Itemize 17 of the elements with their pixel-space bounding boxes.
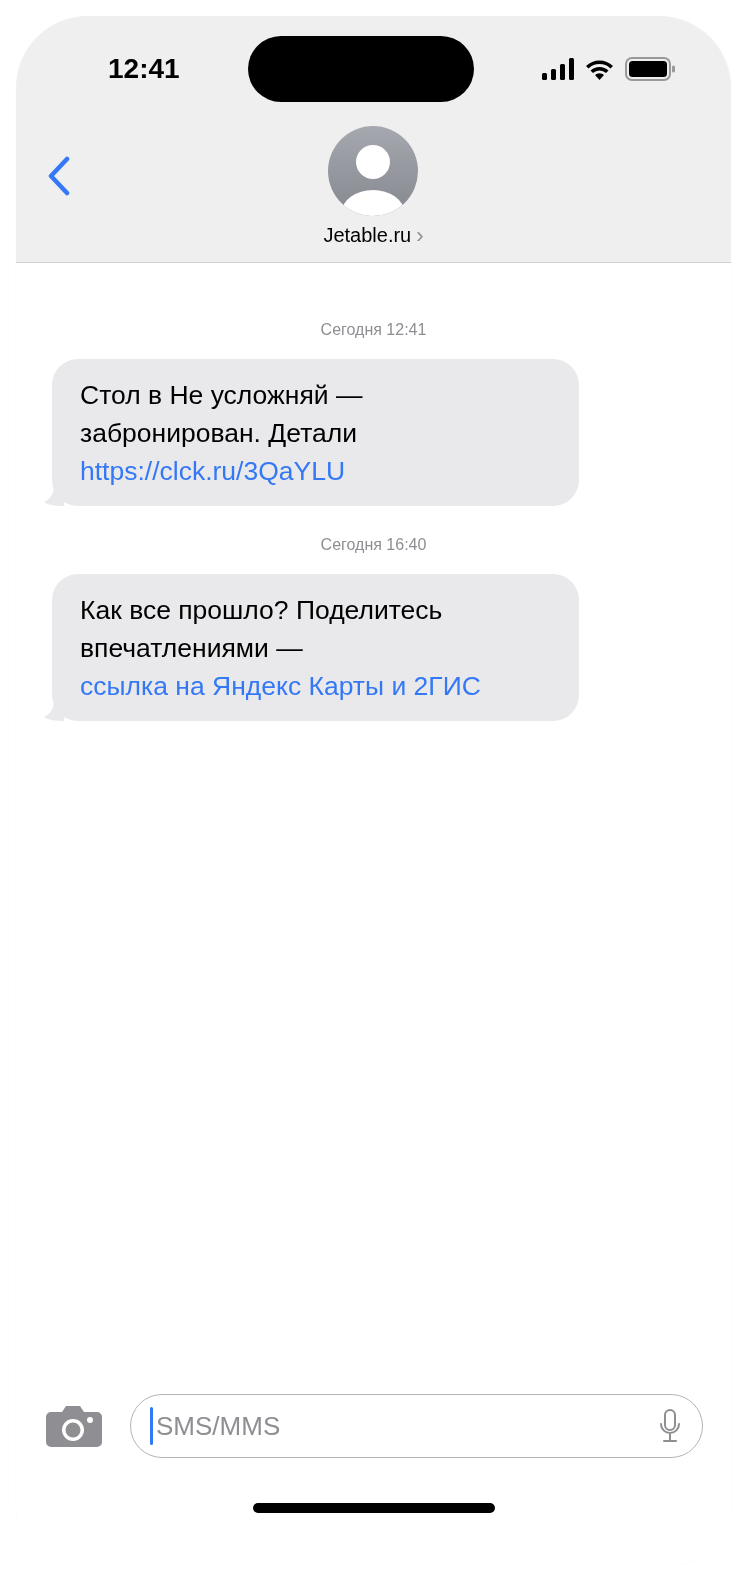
message-text: Стол в Не усложняй — забронирован. Детали https://clck.ru/3QaYLU bbox=[80, 379, 364, 488]
message-text: Как все прошло? Поделитесь впечатлениями — ссылка на Яндекс Карты и 2ГИС bbox=[80, 594, 482, 703]
message-link[interactable]: ссылка на Яндекс Карты и 2ГИС bbox=[80, 671, 481, 701]
microphone-icon[interactable] bbox=[659, 1409, 681, 1443]
text-cursor bbox=[150, 1407, 153, 1445]
message-timestamp: Сегодня 16:40 bbox=[320, 536, 427, 554]
chevron-icon[interactable]: › bbox=[416, 224, 424, 247]
back-icon[interactable] bbox=[47, 156, 71, 196]
camera-icon[interactable] bbox=[46, 1405, 102, 1447]
message-input-field[interactable]: SMS/MMS bbox=[130, 1394, 703, 1458]
status-time: 12:41 bbox=[108, 52, 180, 85]
contact-name[interactable]: Jetable.ru bbox=[323, 224, 412, 247]
signal-icon bbox=[542, 57, 574, 80]
battery-icon bbox=[625, 56, 675, 81]
avatar-icon[interactable] bbox=[328, 126, 419, 216]
message-timestamp: Сегодня 12:41 bbox=[320, 321, 427, 339]
message-link[interactable]: https://clck.ru/3QaYLU bbox=[80, 456, 346, 486]
